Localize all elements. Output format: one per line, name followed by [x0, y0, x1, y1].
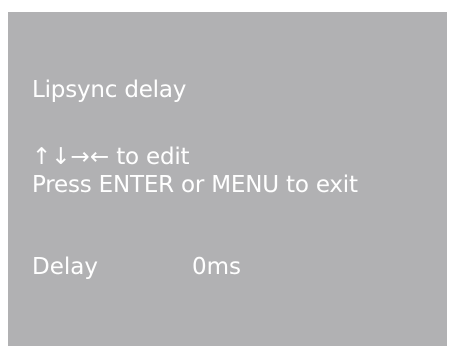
osd-menu-panel: Lipsync delay ↑↓→← to edit Press ENTER o…: [8, 12, 447, 346]
menu-title: Lipsync delay: [32, 77, 187, 103]
delay-value[interactable]: 0ms: [192, 253, 241, 281]
edit-hint-text: to edit: [109, 144, 190, 170]
exit-hint: Press ENTER or MENU to exit: [32, 172, 358, 198]
navigation-arrows-icon: ↑↓→←: [32, 144, 110, 170]
delay-label: Delay: [32, 254, 98, 280]
edit-hint: ↑↓→← to edit: [32, 143, 190, 171]
